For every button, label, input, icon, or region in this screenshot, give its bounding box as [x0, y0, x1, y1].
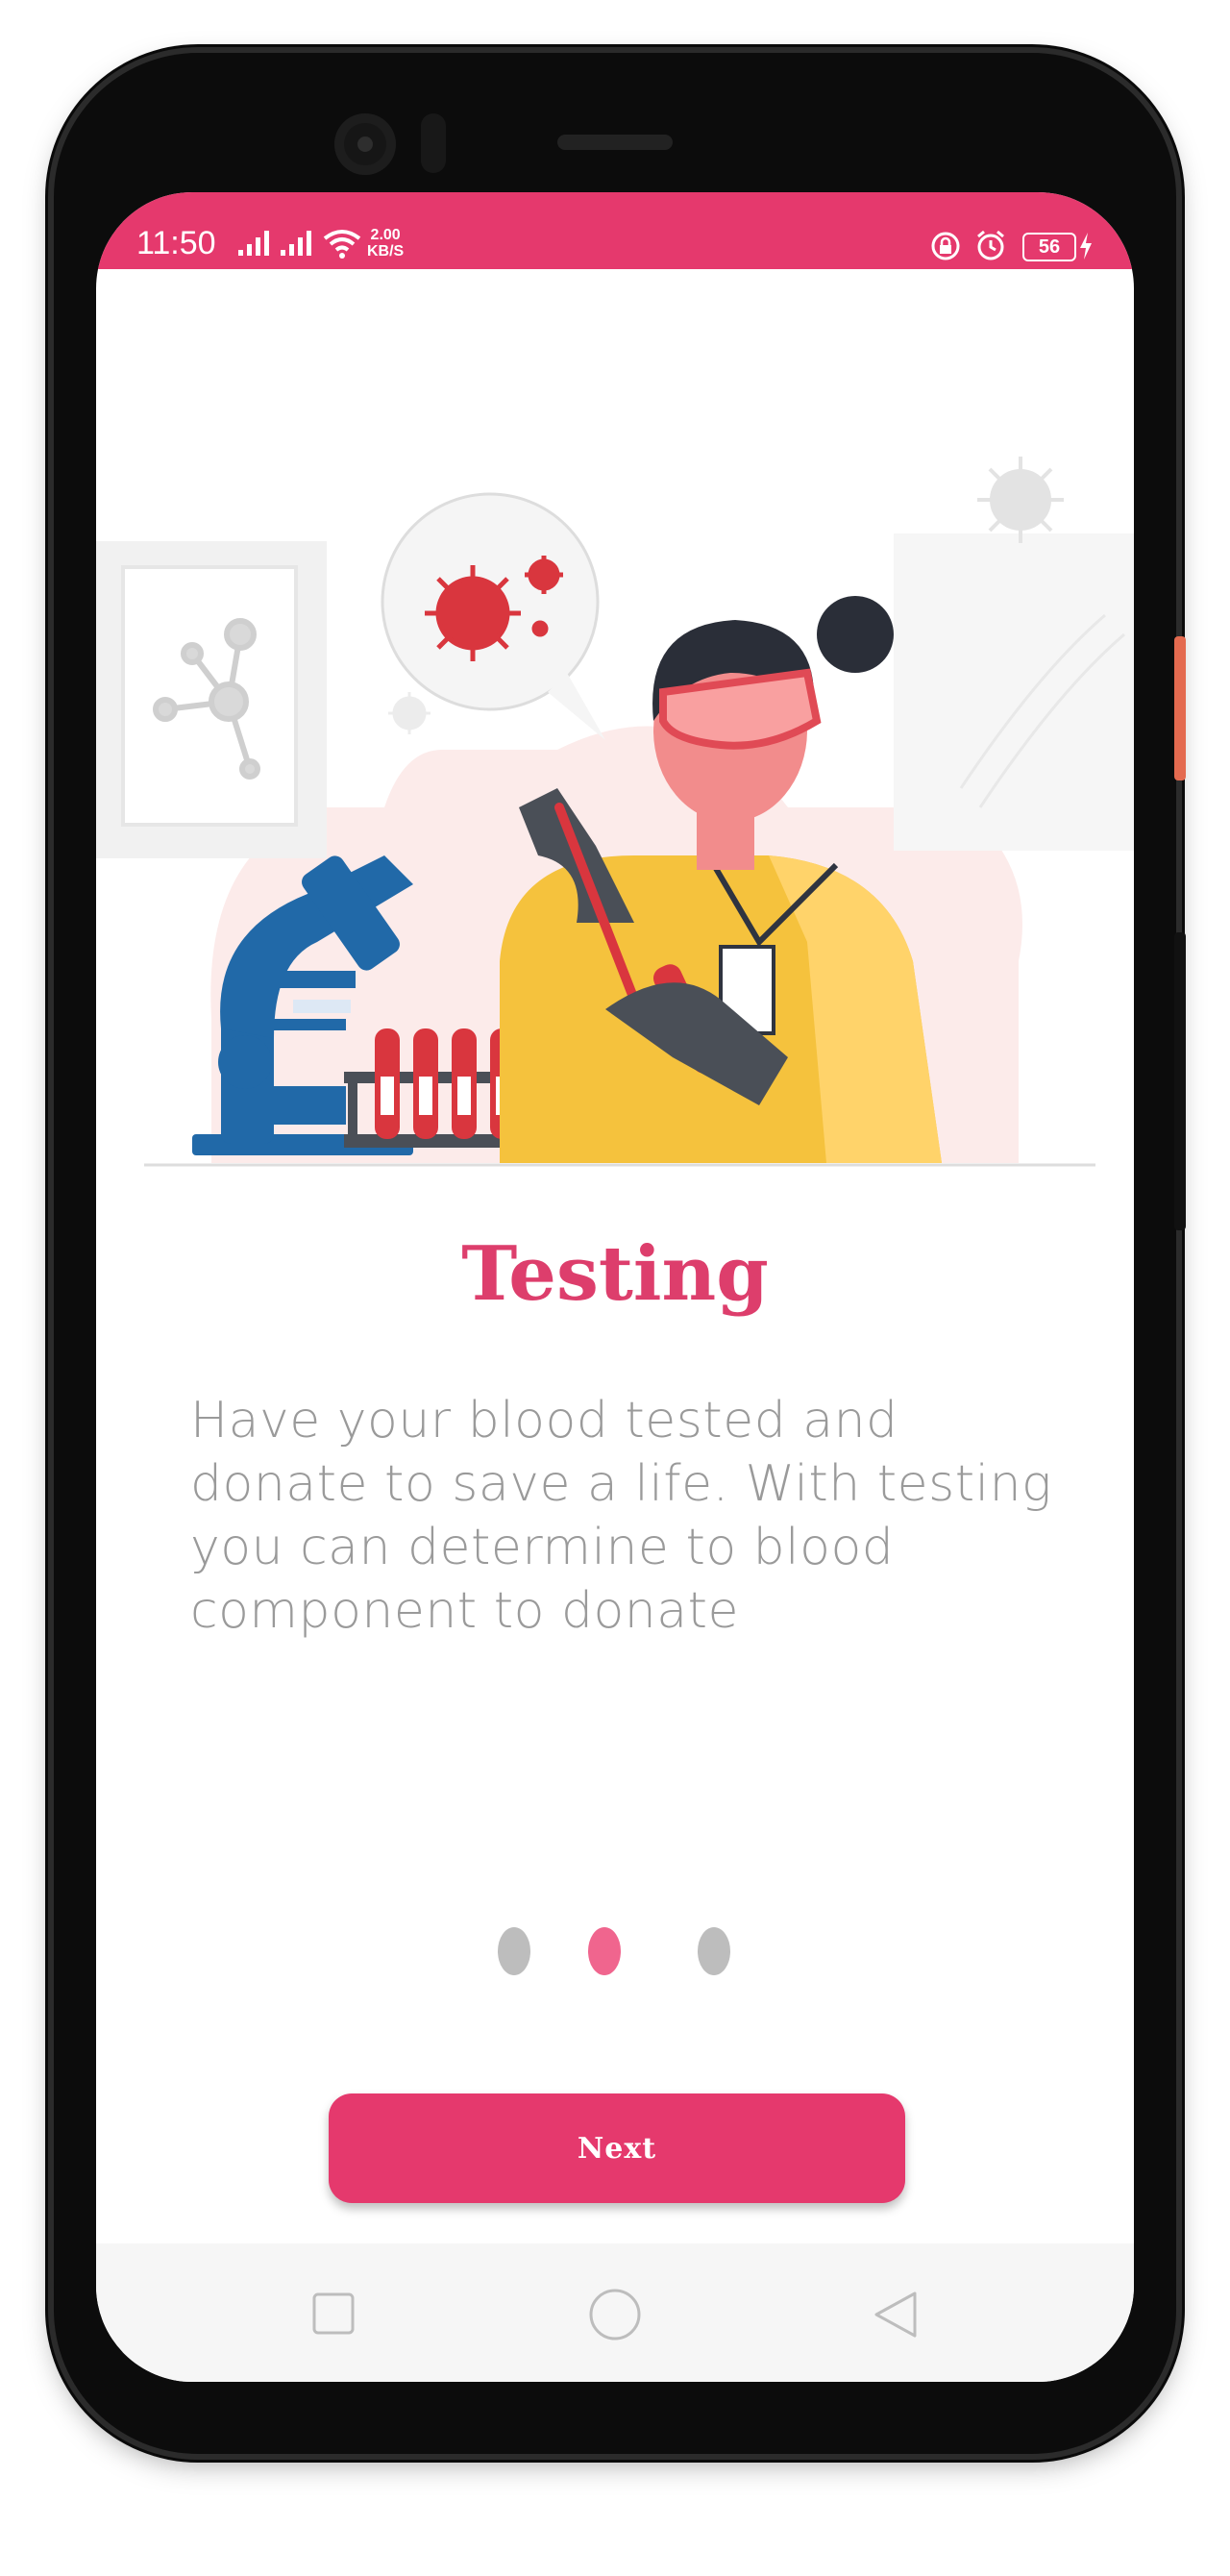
page-indicator: [96, 1927, 1134, 1975]
signal-icon: [238, 231, 277, 256]
back-triangle-icon[interactable]: [873, 2290, 919, 2340]
front-camera: [334, 113, 396, 175]
next-button[interactable]: Next: [329, 2093, 905, 2203]
onboarding-title: Testing: [461, 1230, 769, 1318]
lock-rotation-icon: [931, 232, 960, 260]
status-bar: 11:50 2.00 KB/S 56: [96, 192, 1134, 269]
charging-icon: [1080, 233, 1092, 260]
status-time: 11:50: [136, 225, 216, 261]
wifi-icon: [323, 230, 361, 259]
onboarding-description: Have your blood tested and donate to sav…: [190, 1392, 1052, 1640]
page-dot-2-active[interactable]: [588, 1927, 621, 1975]
earpiece-speaker: [557, 135, 673, 150]
page-dot-3[interactable]: [698, 1927, 730, 1975]
proximity-sensor: [421, 113, 446, 173]
network-speed: 2.00 KB/S: [367, 227, 404, 260]
volume-button: [1174, 932, 1186, 1230]
power-button: [1174, 636, 1186, 780]
page-dot-1[interactable]: [498, 1927, 530, 1975]
system-nav-bar: [96, 2243, 1134, 2382]
alarm-icon: [977, 230, 1004, 260]
network-speed-value: 2.00: [370, 227, 401, 243]
signal-icon: [281, 231, 319, 256]
recents-square-icon[interactable]: [311, 2291, 356, 2336]
lab-testing-illustration: [96, 457, 1134, 1167]
battery-indicator: 56: [1022, 233, 1076, 261]
screen: 11:50 2.00 KB/S 56 Testing Have your blo…: [96, 192, 1134, 2382]
home-circle-icon[interactable]: [588, 2288, 642, 2341]
network-speed-unit: KB/S: [367, 243, 405, 260]
